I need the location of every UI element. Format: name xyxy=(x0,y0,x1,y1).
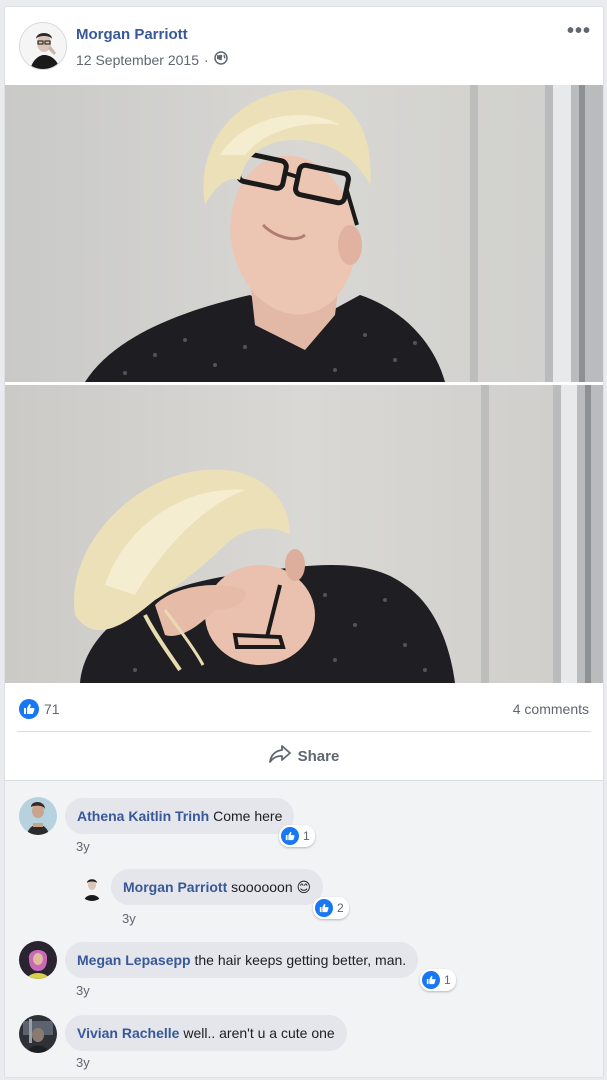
comments-section: Athena Kaitlin Trinh Come here 1 3y Morg… xyxy=(5,781,603,1077)
share-icon xyxy=(268,745,291,767)
reactions-bar: 71 4 comments xyxy=(5,687,603,731)
comment-reaction-count[interactable]: 2 xyxy=(313,897,349,919)
more-options-icon[interactable]: ••• xyxy=(567,21,591,41)
meta-separator: · xyxy=(203,51,209,68)
like-icon xyxy=(19,699,39,719)
comment-text: Come here xyxy=(213,808,283,824)
commenter-name[interactable]: Vivian Rachelle xyxy=(77,1025,179,1041)
like-count-text: 71 xyxy=(44,701,60,717)
commenter-avatar[interactable] xyxy=(19,797,57,835)
like-icon xyxy=(281,827,299,845)
like-summary[interactable]: 71 xyxy=(19,699,60,719)
post-meta: 12 September 2015 · xyxy=(76,51,228,68)
comments-count[interactable]: 4 comments xyxy=(513,701,589,717)
comment-text: soooooon xyxy=(231,879,293,895)
author-name[interactable]: Morgan Parriott xyxy=(76,26,188,43)
post-header: Morgan Parriott 12 September 2015 · ••• xyxy=(5,7,603,85)
post-photo-1[interactable] xyxy=(5,85,603,382)
globe-icon xyxy=(213,51,228,68)
comment-time[interactable]: 3y xyxy=(76,839,90,854)
like-icon xyxy=(422,971,440,989)
comment-text: the hair keeps getting better, man. xyxy=(194,952,407,968)
comment-text: well.. aren't u a cute one xyxy=(183,1025,335,1041)
comment-item: Megan Lepasepp the hair keeps getting be… xyxy=(5,931,603,1003)
commenter-avatar[interactable] xyxy=(79,875,105,901)
comment-bubble: Athena Kaitlin Trinh Come here xyxy=(65,798,295,834)
comment-time[interactable]: 3y xyxy=(76,983,90,998)
commenter-name[interactable]: Athena Kaitlin Trinh xyxy=(77,808,209,824)
author-avatar[interactable] xyxy=(19,22,67,70)
comment-reaction-count[interactable]: 1 xyxy=(279,825,315,847)
smile-emoji: 😊 xyxy=(296,879,312,895)
share-label: Share xyxy=(297,747,340,765)
comment-time[interactable]: 3y xyxy=(122,911,136,926)
comment-time[interactable]: 3y xyxy=(76,1055,90,1070)
commenter-name[interactable]: Megan Lepasepp xyxy=(77,952,191,968)
commenter-name[interactable]: Morgan Parriott xyxy=(123,879,227,895)
share-button[interactable]: Share xyxy=(5,732,603,780)
comment-item: Vivian Rachelle well.. aren't u a cute o… xyxy=(5,1003,603,1075)
comment-reaction-count[interactable]: 1 xyxy=(420,969,456,991)
post-date[interactable]: 12 September 2015 xyxy=(76,52,199,68)
commenter-avatar[interactable] xyxy=(19,1015,57,1053)
comment-bubble: Morgan Parriott soooooon 😊 xyxy=(111,869,324,905)
post-card: Morgan Parriott 12 September 2015 · ••• xyxy=(4,6,604,1078)
comment-bubble: Vivian Rachelle well.. aren't u a cute o… xyxy=(65,1015,347,1051)
commenter-avatar[interactable] xyxy=(19,941,57,979)
like-icon xyxy=(315,899,333,917)
post-photo-2[interactable] xyxy=(5,385,603,683)
reply-item: Morgan Parriott soooooon 😊 2 3y xyxy=(5,861,603,927)
comment-item: Athena Kaitlin Trinh Come here 1 3y xyxy=(5,781,603,854)
comment-bubble: Megan Lepasepp the hair keeps getting be… xyxy=(65,942,419,978)
